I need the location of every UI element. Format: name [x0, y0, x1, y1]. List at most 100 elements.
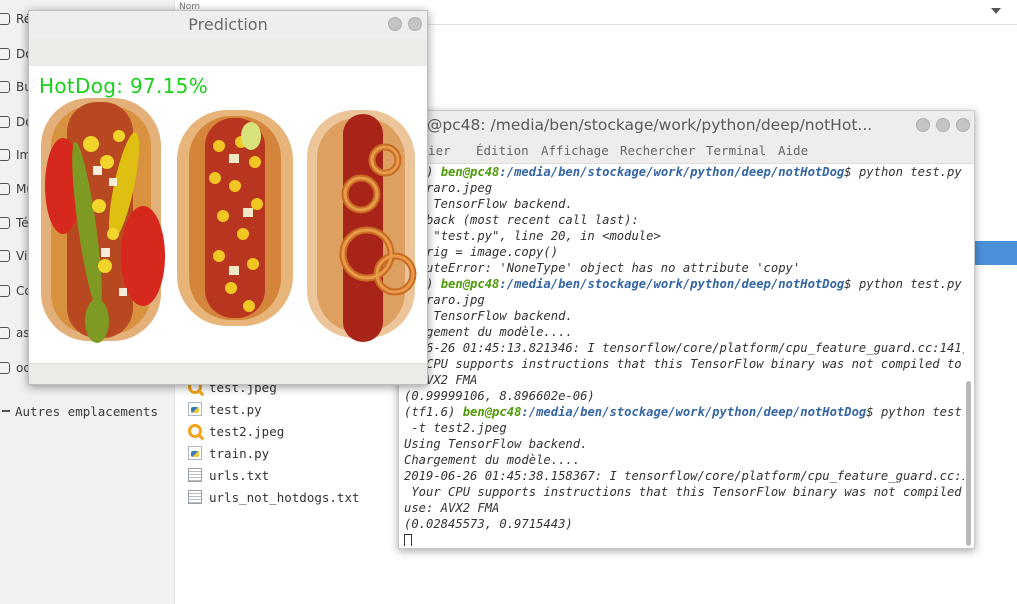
prompt-user: ben@pc48	[462, 405, 522, 419]
terminal-line: ile "test.py", line 20, in <module>	[404, 229, 661, 243]
terminal-line: hargement du modèle....	[404, 325, 573, 339]
terminal-line: kiraro.jpg	[404, 293, 485, 307]
hotdog-middle	[177, 110, 293, 326]
folder-icon	[0, 183, 10, 195]
minimize-button[interactable]	[388, 17, 402, 31]
prediction-statusbar	[29, 363, 427, 384]
prediction-label: HotDog: 97.15%	[39, 74, 209, 98]
prompt-cmd: $ python test.py	[844, 277, 962, 291]
file-name: test2.jpeg	[209, 423, 285, 439]
terminal-line: ing TensorFlow backend.	[404, 309, 573, 323]
text-file-icon	[188, 490, 202, 504]
terminal-line: -t test2.jpeg	[404, 421, 507, 435]
terminal-window[interactable]: n@pc48: /media/ben/stockage/work/python/…	[398, 110, 975, 549]
file-name: urls_not_hotdogs.txt	[209, 489, 360, 505]
sidebar-item-other-locations[interactable]: Autres emplacements	[0, 400, 158, 422]
sidebar-item[interactable]: Vi	[0, 245, 27, 267]
terminal-line: kiraro.jpeg	[404, 181, 493, 195]
sidebar-item[interactable]: Té	[0, 212, 29, 234]
terminal-titlebar[interactable]: n@pc48: /media/ben/stockage/work/python/…	[399, 111, 974, 140]
terminal-line: ributeError: 'NoneType' object has no at…	[404, 261, 801, 275]
terminal-line: (0.02845573, 0.9715443)	[404, 517, 573, 531]
terminal-line: use: AVX2 FMA	[404, 501, 500, 515]
folder-icon	[0, 285, 10, 297]
terminal-line: : AVX2 FMA	[404, 373, 478, 387]
chevron-down-icon[interactable]	[991, 8, 1001, 14]
prompt-pre: (tf1.6)	[404, 405, 463, 419]
minimize-button[interactable]	[916, 118, 930, 132]
prompt-path: :/media/ben/stockage/work/python/deep/no…	[499, 165, 845, 179]
terminal-cursor	[404, 534, 412, 546]
sidebar-item[interactable]: Co	[0, 280, 32, 302]
file-row[interactable]: test.py	[188, 398, 262, 420]
terminal-line: 1.6) ben@pc48:/media/ben/stockage/work/p…	[404, 164, 964, 180]
sidebar-item-label: Té	[16, 216, 29, 230]
terminal-line: aceback (most recent call last):	[404, 213, 639, 227]
terminal-line: 1.6) ben@pc48:/media/ben/stockage/work/p…	[404, 276, 964, 292]
terminal-line: (0.99999106, 8.896602e-06)	[404, 389, 595, 403]
prompt-user: ben@pc48	[440, 277, 500, 291]
sidebar-item-label: Vi	[16, 249, 28, 263]
hotdog-right	[307, 110, 417, 342]
folder-icon	[0, 217, 10, 229]
sidebar-item[interactable]: Im	[0, 144, 31, 166]
file-name: urls.txt	[209, 467, 270, 483]
terminal-line: Your CPU supports instructions that this…	[404, 485, 964, 499]
file-row[interactable]: train.py	[188, 442, 269, 464]
sidebar-item[interactable]: oc	[0, 357, 30, 379]
hotdog-left	[41, 98, 165, 343]
text-file-icon	[188, 468, 202, 482]
plus-icon	[2, 410, 10, 412]
terminal-line: 9-06-26 01:45:13.821346: I tensorflow/co…	[404, 341, 964, 355]
folder-icon	[0, 48, 10, 60]
prompt-cmd: $ python test.py	[844, 165, 962, 179]
file-row[interactable]: urls.txt	[188, 464, 269, 486]
folder-icon	[0, 327, 10, 339]
close-button[interactable]	[956, 118, 970, 132]
prompt-path: :/media/ben/stockage/work/python/deep/no…	[521, 405, 867, 419]
prediction-window[interactable]: Prediction HotDog: 97.15%	[28, 10, 428, 385]
folder-icon	[0, 149, 10, 161]
prompt-cmd: $ python test.py	[866, 405, 964, 419]
terminal-menubar: chier Édition Affichage Rechercher Termi…	[399, 139, 974, 164]
hotdogs-image	[41, 98, 417, 343]
terminal-title: n@pc48: /media/ben/stockage/work/python/…	[417, 116, 873, 134]
menu-item-affichage[interactable]: Affichage	[541, 143, 609, 158]
menu-item-rechercher[interactable]: Rechercher	[620, 143, 695, 158]
file-name: test.py	[209, 401, 262, 417]
folder-icon	[0, 116, 10, 128]
terminal-line: ing TensorFlow backend.	[404, 197, 573, 211]
close-button[interactable]	[408, 17, 422, 31]
file-name: train.py	[209, 445, 270, 461]
prediction-titlebar[interactable]: Prediction	[29, 11, 427, 40]
prediction-image: HotDog: 97.15%	[29, 66, 427, 364]
menu-item-aide[interactable]: Aide	[778, 143, 808, 158]
terminal-line: 2019-06-26 01:45:38.158367: I tensorflow…	[404, 469, 964, 483]
terminal-cursor-line	[404, 532, 964, 546]
terminal-line: orig = image.copy()	[404, 245, 559, 259]
image-file-icon	[188, 424, 202, 438]
terminal-output[interactable]: 1.6) ben@pc48:/media/ben/stockage/work/p…	[404, 164, 964, 546]
terminal-scrollbar[interactable]	[966, 381, 971, 546]
folder-icon	[0, 362, 10, 374]
file-row[interactable]: urls_not_hotdogs.txt	[188, 486, 360, 508]
terminal-line: Chargement du modèle....	[404, 453, 581, 467]
selected-row-highlight	[975, 241, 1017, 265]
sidebar-item[interactable]: as	[0, 322, 30, 344]
menu-item-edition[interactable]: Édition	[476, 143, 529, 158]
terminal-line: Using TensorFlow backend.	[404, 437, 588, 451]
terminal-line: (tf1.6) ben@pc48:/media/ben/stockage/wor…	[404, 404, 964, 420]
sidebar-item-label: Autres emplacements	[15, 403, 158, 419]
menu-item-terminal[interactable]: Terminal	[706, 143, 766, 158]
sidebar-item[interactable]: Ré	[0, 8, 31, 30]
terminal-line: ur CPU supports instructions that this T…	[404, 357, 962, 371]
folder-icon	[0, 81, 10, 93]
python-file-icon	[188, 402, 202, 416]
maximize-button[interactable]	[936, 118, 950, 132]
file-row[interactable]: test2.jpeg	[188, 420, 284, 442]
prediction-title: Prediction	[188, 15, 268, 34]
prediction-toolbar	[29, 39, 427, 67]
folder-icon	[0, 13, 10, 25]
folder-icon	[0, 250, 10, 262]
prompt-user: ben@pc48	[440, 165, 500, 179]
